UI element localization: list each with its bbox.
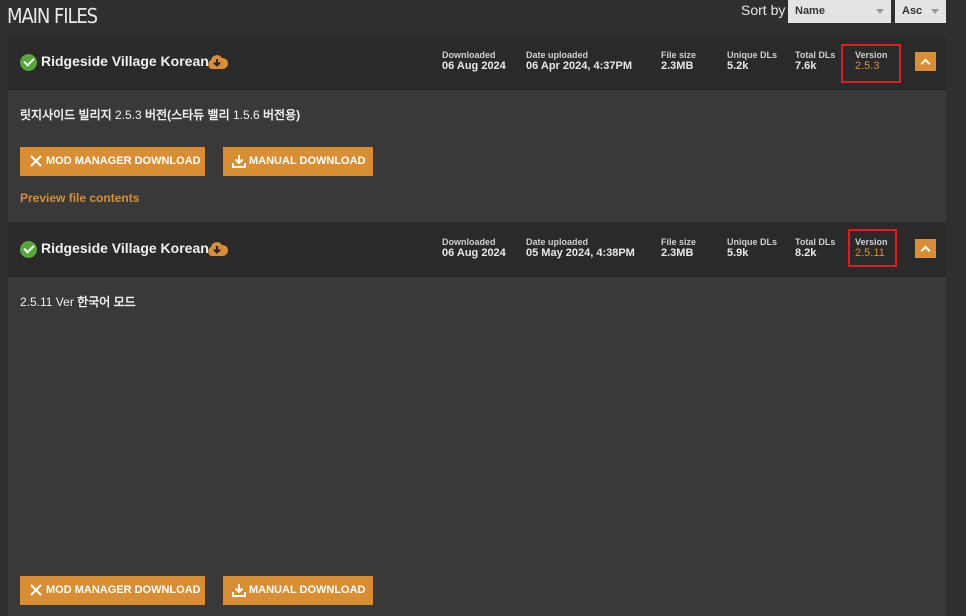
mod-manager-download-button[interactable]: MOD MANAGER DOWNLOAD	[20, 147, 205, 176]
version-highlight-box	[848, 229, 897, 267]
file-description: 2.5.11 Ver 한국어 모드	[20, 295, 136, 309]
preview-file-contents-link[interactable]: Preview file contents	[20, 191, 139, 205]
stat-downloaded: Downloaded 06 Aug 2024	[442, 237, 506, 259]
sort-order-value: Asc	[902, 5, 923, 17]
chevron-down-icon	[931, 9, 939, 14]
stat-unique-dls: Unique DLs 5.2k	[727, 50, 778, 72]
wrench-cross-icon	[30, 155, 42, 167]
stat-file-size: File size 2.3MB	[661, 50, 697, 72]
wrench-cross-icon	[30, 584, 42, 596]
mod-manager-download-button[interactable]: MOD MANAGER DOWNLOAD	[20, 576, 205, 605]
top-bar: MAIN FILES Sort by Name Asc	[0, 0, 966, 36]
stat-unique-dls: Unique DLs 5.9k	[727, 237, 778, 259]
file-description: 릿지사이드 빌리지 2.5.3 버전(스타듀 밸리 1.5.6 버전용)	[20, 108, 301, 122]
stat-date-uploaded: Date uploaded 06 Apr 2024, 4:37PM	[526, 50, 632, 72]
download-icon	[232, 155, 246, 168]
cloud-download-icon	[208, 242, 228, 256]
sort-order-select[interactable]: Asc	[895, 0, 946, 23]
file-name: Ridgeside Village Korean	[41, 53, 209, 69]
download-icon	[232, 584, 246, 597]
stat-total-dls: Total DLs 8.2k	[795, 237, 836, 259]
version-highlight-box	[841, 44, 901, 83]
manual-download-button[interactable]: MANUAL DOWNLOAD	[223, 576, 373, 605]
sort-field-select[interactable]: Name	[788, 0, 891, 23]
chevron-down-icon	[876, 9, 884, 14]
sort-field-value: Name	[795, 5, 825, 17]
file-item: Ridgeside Village Korean Downloaded 06 A…	[8, 223, 946, 616]
stat-downloaded: Downloaded 06 Aug 2024	[442, 50, 506, 72]
collapse-button[interactable]	[915, 239, 936, 258]
checkmark-icon	[20, 241, 37, 258]
file-header[interactable]: Ridgeside Village Korean Downloaded 06 A…	[8, 223, 946, 277]
sort-label: Sort by	[741, 2, 786, 18]
stat-date-uploaded: Date uploaded 05 May 2024, 4:38PM	[526, 237, 635, 259]
cloud-download-icon	[208, 55, 228, 69]
file-item: Ridgeside Village Korean Downloaded 06 A…	[8, 36, 946, 222]
stat-total-dls: Total DLs 7.6k	[795, 50, 836, 72]
collapse-button[interactable]	[915, 52, 936, 71]
manual-download-button[interactable]: MANUAL DOWNLOAD	[223, 147, 373, 176]
file-header[interactable]: Ridgeside Village Korean Downloaded 06 A…	[8, 36, 946, 90]
section-title: MAIN FILES	[7, 4, 98, 28]
file-name: Ridgeside Village Korean	[41, 240, 209, 256]
checkmark-icon	[20, 54, 37, 71]
stat-file-size: File size 2.3MB	[661, 237, 697, 259]
